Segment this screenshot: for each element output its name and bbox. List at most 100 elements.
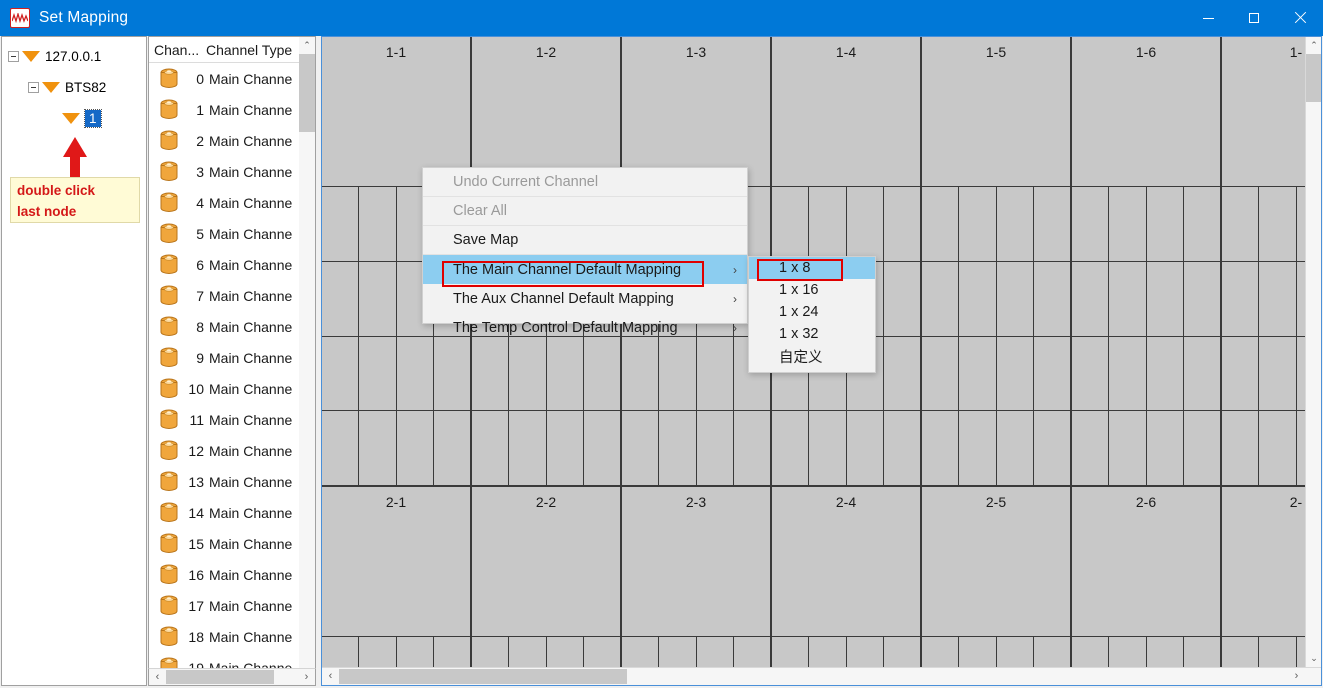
mapping-cell[interactable]	[1034, 411, 1070, 485]
mapping-block[interactable]: 2-3	[622, 487, 772, 685]
channel-list-row[interactable]: 18 Main Channe	[149, 621, 301, 652]
submenu-item-1x16[interactable]: 1 x 16	[749, 279, 875, 301]
mapping-cell[interactable]	[1034, 262, 1070, 336]
mapping-cell[interactable]	[1222, 261, 1260, 336]
channel-list-row[interactable]: 3 Main Channe	[149, 156, 301, 187]
mapping-cell[interactable]	[1034, 187, 1070, 261]
grid-vertical-scrollbar[interactable]: ⌃ ⌄	[1305, 37, 1321, 667]
channel-list-row[interactable]: 13 Main Channe	[149, 466, 301, 497]
scroll-right-icon[interactable]: ›	[1288, 668, 1305, 684]
mapping-cell[interactable]	[1184, 262, 1220, 336]
mapping-cell[interactable]	[622, 336, 660, 411]
mapping-cell[interactable]	[1109, 261, 1147, 336]
mapping-cell[interactable]	[809, 411, 847, 485]
scrollbar-thumb[interactable]	[166, 670, 274, 684]
submenu-item-1x8[interactable]: 1 x 8	[749, 257, 875, 279]
mapping-cell[interactable]	[434, 337, 470, 411]
mapping-cell[interactable]	[1222, 187, 1260, 261]
scrollbar-thumb[interactable]	[1306, 54, 1321, 102]
channel-list-row[interactable]: 11 Main Channe	[149, 404, 301, 435]
channel-list-vertical-scrollbar[interactable]: ⌃ ⌄	[299, 37, 315, 685]
mapping-cell[interactable]	[584, 411, 620, 485]
submenu-item-1x24[interactable]: 1 x 24	[749, 301, 875, 323]
mapping-cell[interactable]	[1259, 187, 1297, 261]
menu-item-aux-channel-default-mapping[interactable]: The Aux Channel Default Mapping ›	[423, 284, 747, 313]
mapping-cell[interactable]	[547, 411, 584, 485]
channel-list-row[interactable]: 14 Main Channe	[149, 497, 301, 528]
mapping-cell[interactable]	[322, 187, 360, 261]
mapping-cell[interactable]	[1109, 411, 1147, 485]
mapping-cell[interactable]	[997, 336, 1034, 411]
minimize-button[interactable]	[1185, 0, 1231, 36]
mapping-cell[interactable]	[997, 261, 1034, 336]
mapping-cell[interactable]	[1222, 336, 1260, 411]
scroll-left-icon[interactable]: ‹	[149, 669, 166, 685]
channel-list-row[interactable]: 16 Main Channe	[149, 559, 301, 590]
mapping-cell[interactable]	[772, 411, 810, 485]
mapping-cell[interactable]	[697, 411, 734, 485]
close-button[interactable]	[1277, 0, 1323, 36]
mapping-cell[interactable]	[622, 411, 660, 485]
column-header-channel-type[interactable]: Channel Type	[206, 42, 301, 58]
mapping-cell[interactable]	[472, 336, 510, 411]
mapping-cell[interactable]	[1184, 187, 1220, 261]
mapping-cell[interactable]	[1147, 261, 1184, 336]
context-menu[interactable]: Undo Current Channel Clear All Save Map …	[422, 167, 748, 336]
mapping-cell[interactable]	[397, 336, 434, 411]
channel-list-row[interactable]: 5 Main Channe	[149, 218, 301, 249]
menu-item-main-channel-default-mapping[interactable]: The Main Channel Default Mapping ›	[423, 255, 747, 284]
submenu-item-custom[interactable]: 自定义	[749, 345, 875, 367]
mapping-cell[interactable]	[884, 187, 920, 261]
channel-list-horizontal-scrollbar[interactable]: ‹ ›	[148, 668, 316, 686]
mapping-block[interactable]: 2-5	[922, 487, 1072, 685]
mapping-block[interactable]: 2-2	[472, 487, 622, 685]
scroll-left-icon[interactable]: ‹	[322, 668, 339, 684]
channel-list-row[interactable]: 7 Main Channe	[149, 280, 301, 311]
scroll-up-icon[interactable]: ⌃	[1306, 37, 1321, 54]
mapping-cell[interactable]	[959, 336, 997, 411]
mapping-block[interactable]: 1-6	[1072, 37, 1222, 487]
mapping-cell[interactable]	[884, 262, 920, 336]
mapping-cell[interactable]	[1109, 187, 1147, 261]
mapping-cell[interactable]	[1072, 261, 1110, 336]
menu-item-clear-all[interactable]: Clear All	[423, 197, 747, 226]
mapping-cell[interactable]	[434, 411, 470, 485]
mapping-cell[interactable]	[847, 411, 884, 485]
mapping-cell[interactable]	[959, 411, 997, 485]
menu-item-save-map[interactable]: Save Map	[423, 226, 747, 255]
mapping-cell[interactable]	[884, 337, 920, 411]
channel-list-row[interactable]: 17 Main Channe	[149, 590, 301, 621]
mapping-cell[interactable]	[322, 411, 360, 485]
mapping-cell[interactable]	[997, 187, 1034, 261]
mapping-cell[interactable]	[472, 411, 510, 485]
channel-list-row[interactable]: 6 Main Channe	[149, 249, 301, 280]
mapping-cell[interactable]	[922, 187, 960, 261]
scrollbar-thumb[interactable]	[299, 54, 315, 132]
tree-node-unit-1[interactable]: 1	[2, 103, 148, 134]
channel-list-row[interactable]: 10 Main Channe	[149, 373, 301, 404]
mapping-cell[interactable]	[1147, 411, 1184, 485]
channel-list-row[interactable]: 4 Main Channe	[149, 187, 301, 218]
mapping-cell[interactable]	[884, 411, 920, 485]
mapping-block[interactable]: 2-6	[1072, 487, 1222, 685]
expander-minus-icon[interactable]	[8, 51, 19, 62]
scroll-down-icon[interactable]: ⌄	[1306, 650, 1321, 667]
channel-list-row[interactable]: 15 Main Channe	[149, 528, 301, 559]
submenu-item-1x32[interactable]: 1 x 32	[749, 323, 875, 345]
mapping-cell[interactable]	[509, 411, 547, 485]
grid-horizontal-scrollbar[interactable]: ‹ ›	[322, 667, 1321, 685]
mapping-block[interactable]: 2-4	[772, 487, 922, 685]
mapping-cell[interactable]	[1259, 261, 1297, 336]
mapping-cell[interactable]	[1072, 411, 1110, 485]
channel-list-row[interactable]: 0 Main Channe	[149, 63, 301, 94]
mapping-cell[interactable]	[359, 187, 397, 261]
scroll-right-icon[interactable]: ›	[298, 669, 315, 685]
mapping-cell[interactable]	[359, 411, 397, 485]
mapping-cell[interactable]	[1259, 336, 1297, 411]
mapping-cell[interactable]	[1147, 187, 1184, 261]
mapping-cell[interactable]	[359, 336, 397, 411]
mapping-cell[interactable]	[509, 336, 547, 411]
channel-list-row[interactable]: 1 Main Channe	[149, 94, 301, 125]
mapping-cell[interactable]	[959, 261, 997, 336]
mapping-cell[interactable]	[959, 187, 997, 261]
